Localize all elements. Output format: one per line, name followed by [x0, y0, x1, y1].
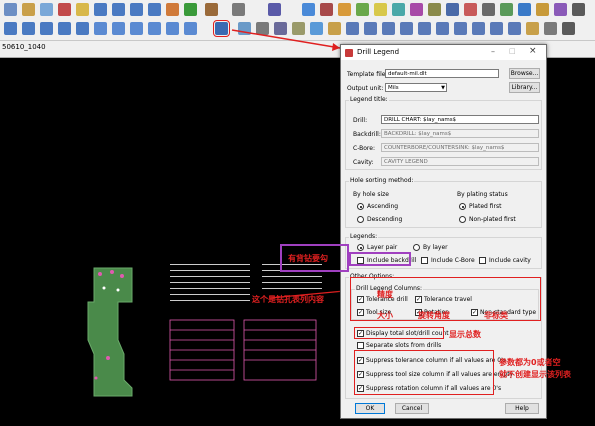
maximize-icon[interactable]: □ — [509, 47, 516, 55]
dialog-title: Drill Legend — [357, 48, 400, 56]
close-icon[interactable]: × — [529, 46, 537, 56]
note-rotation-angle: 旋转角度 — [418, 311, 450, 320]
help-button[interactable]: Help — [505, 403, 539, 414]
app-icon — [345, 49, 353, 57]
display-total-highlight — [354, 327, 444, 339]
by-size-label: By hole size — [353, 191, 389, 198]
by-plating-label: By plating status — [457, 191, 508, 198]
note-nonstandard: 非标类 — [484, 311, 508, 320]
output-unit-label: Output unit: — [347, 85, 384, 92]
cbore-label: C-Bore: — [353, 145, 375, 152]
ok-button[interactable]: OK — [355, 403, 385, 414]
backdrill-highlight — [349, 252, 411, 266]
backdrill-title-input[interactable]: BACKDRILL: $lay_nams$ — [381, 129, 539, 138]
template-input[interactable]: default-mil.dlt — [385, 69, 499, 78]
cavity-label: Cavity: — [353, 159, 374, 166]
include-cbore-checkbox[interactable] — [421, 257, 428, 264]
ascending-radio[interactable] — [357, 203, 364, 210]
template-label: Template file: — [347, 71, 388, 78]
note-suppress-2: 就不创建显示该列表 — [499, 370, 571, 379]
sorting-group-label: Hole sorting method: — [349, 177, 415, 184]
drill-label: Drill: — [353, 117, 368, 124]
dialog-titlebar: Drill Legend – □ × — [341, 45, 546, 60]
plated-first-label: Plated first — [469, 203, 502, 210]
backdrill-label: Backdrill: — [353, 131, 381, 138]
by-layer-radio[interactable] — [413, 244, 420, 251]
note-suppress-1: 参数都为0或者空 — [499, 358, 561, 367]
include-cavity-checkbox[interactable] — [479, 257, 486, 264]
separate-slots-label: Separate slots from drills — [366, 342, 442, 349]
note-size: 大小 — [377, 311, 393, 320]
suppress-highlight — [354, 350, 494, 395]
chevron-down-icon: ▼ — [441, 85, 445, 91]
output-unit-value: Mils — [388, 85, 399, 91]
by-layer-label: By layer — [423, 244, 448, 251]
output-unit-select[interactable]: Mils ▼ — [385, 83, 447, 92]
library-button[interactable]: Library... — [509, 82, 540, 93]
layer-pair-label: Layer pair — [367, 244, 398, 251]
note-display-total: 显示总数 — [449, 330, 481, 339]
cancel-button[interactable]: Cancel — [395, 403, 429, 414]
descending-radio[interactable] — [357, 216, 364, 223]
cavity-title-input[interactable]: CAVITY LEGEND — [381, 157, 539, 166]
note-backdrill: 有背钻要勾 — [288, 254, 328, 263]
non-plated-first-label: Non-plated first — [469, 216, 516, 223]
note-table-content: 这个是钻孔表列内容 — [252, 295, 324, 304]
legend-title-group-label: Legend title: — [349, 96, 389, 103]
descending-label: Descending — [367, 216, 403, 223]
cbore-title-input[interactable]: COUNTERBORE/COUNTERSINK: $lay_nams$ — [381, 143, 539, 152]
browse-button[interactable]: Browse... — [509, 68, 540, 79]
minimize-icon[interactable]: – — [491, 47, 495, 56]
drill-title-input[interactable]: DRILL CHART: $lay_nams$ — [381, 115, 539, 124]
legends-group-label: Legends: — [349, 233, 379, 240]
include-cbore-label: Include C-Bore — [431, 257, 475, 264]
ascending-label: Ascending — [367, 203, 399, 210]
non-plated-first-radio[interactable] — [459, 216, 466, 223]
layer-pair-radio[interactable] — [357, 244, 364, 251]
plated-first-radio[interactable] — [459, 203, 466, 210]
separate-slots-checkbox[interactable] — [357, 342, 364, 349]
note-precision: 精度 — [377, 290, 393, 299]
include-cavity-label: Include cavity — [489, 257, 531, 264]
